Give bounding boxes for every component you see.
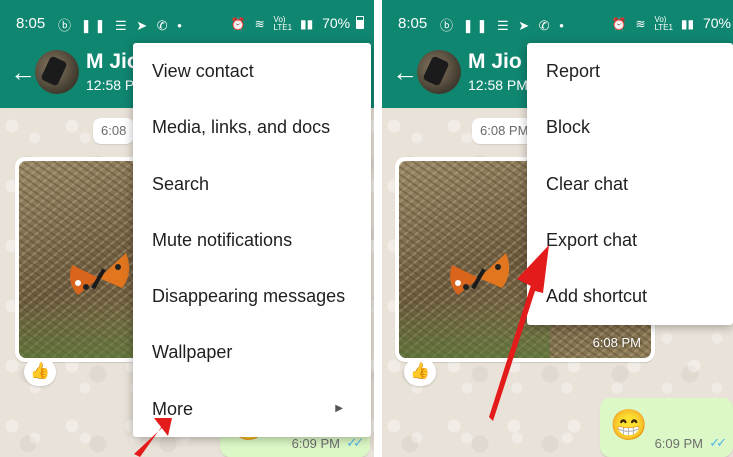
menu-item-disappearing-messages[interactable]: Disappearing messages <box>133 268 371 324</box>
more-submenu: Report Block Clear chat Export chat Add … <box>527 43 733 325</box>
menu-item-block[interactable]: Block <box>527 99 733 155</box>
menu-item-report[interactable]: Report <box>527 43 733 99</box>
battery-percent: 70% <box>702 15 731 31</box>
menu-item-search[interactable]: Search <box>133 156 371 212</box>
status-bar: 8:05 ⓑ ❚❚ ☰ ➤ ✆ • ⏰ ≋ Vo) LTE1 ▮▮ 70% <box>0 0 374 44</box>
message-time: 6:09 PM <box>654 436 703 451</box>
lte-indicator: Vo) LTE1 <box>654 15 673 33</box>
status-time: 8:05 <box>398 15 428 32</box>
battery-icon <box>356 16 364 29</box>
thumbs-up-icon[interactable]: 👍 <box>404 358 436 386</box>
signal-icon: ▮▮ <box>680 17 695 31</box>
menu-item-add-shortcut[interactable]: Add shortcut <box>527 268 733 324</box>
signal-icon: ▮▮ <box>299 17 314 31</box>
overflow-menu: View contact Media, links, and docs Sear… <box>133 43 371 437</box>
photo-time: 6:08 PM <box>592 335 641 350</box>
battery-percent: 70% <box>322 15 351 31</box>
status-time: 8:05 <box>16 15 46 32</box>
status-right: ⏰ ≋ Vo) LTE1 ▮▮ 70% <box>612 15 731 32</box>
message-time: 6:09 PM <box>291 436 340 451</box>
notification-icons: ⓑ ❚❚ ☰ ➤ ✆ • <box>440 18 567 33</box>
annotation-arrow <box>134 418 172 457</box>
notification-icons: ⓑ ❚❚ ☰ ➤ ✆ • <box>58 18 185 33</box>
menu-item-mute-notifications[interactable]: Mute notifications <box>133 212 371 268</box>
lte-indicator: Vo) LTE1 <box>273 15 293 33</box>
avatar[interactable] <box>417 50 461 94</box>
butterfly-image <box>70 253 130 295</box>
menu-item-export-chat[interactable]: Export chat <box>527 212 733 268</box>
back-arrow-icon[interactable]: ← <box>390 58 420 88</box>
status-right: ⏰ ≋ Vo) LTE1 ▮▮ 70% <box>231 15 364 32</box>
left-screenshot: 8:05 ⓑ ❚❚ ☰ ➤ ✆ • ⏰ ≋ Vo) LTE1 ▮▮ 70% ← M… <box>0 0 374 457</box>
right-screenshot: 8:05 ⓑ ❚❚ ☰ ➤ ✆ • ⏰ ≋ Vo) LTE1 ▮▮ 70% ← M… <box>382 0 733 457</box>
last-seen: 12:58 PM <box>468 77 528 93</box>
double-tick-icon: ✓✓ <box>709 435 727 450</box>
status-bar: 8:05 ⓑ ❚❚ ☰ ➤ ✆ • ⏰ ≋ Vo) LTE1 ▮▮ 70% <box>382 0 733 44</box>
alarm-icon: ⏰ <box>230 17 246 31</box>
alarm-icon: ⏰ <box>611 17 627 31</box>
contact-name[interactable]: M Jio <box>468 50 522 74</box>
thumbs-up-icon[interactable]: 👍 <box>24 358 56 386</box>
annotation-arrow <box>489 245 549 421</box>
wifi-icon: ≋ <box>254 17 265 31</box>
menu-item-clear-chat[interactable]: Clear chat <box>527 156 733 212</box>
double-tick-icon: ✓✓ <box>346 435 364 450</box>
sent-message[interactable]: 😁 6:09 PM ✓✓ <box>600 398 733 457</box>
menu-item-wallpaper[interactable]: Wallpaper <box>133 324 371 380</box>
contact-name[interactable]: M Jio <box>86 50 140 74</box>
sent-emoji: 😁 <box>610 409 648 442</box>
wifi-icon: ≋ <box>635 17 646 31</box>
menu-item-view-contact[interactable]: View contact <box>133 43 371 99</box>
avatar[interactable] <box>35 50 79 94</box>
date-chip: 6:08 <box>93 118 135 144</box>
back-arrow-icon[interactable]: ← <box>8 58 38 88</box>
menu-item-media-links-docs[interactable]: Media, links, and docs <box>133 99 371 155</box>
submenu-arrow-icon: ▶ <box>335 402 343 414</box>
